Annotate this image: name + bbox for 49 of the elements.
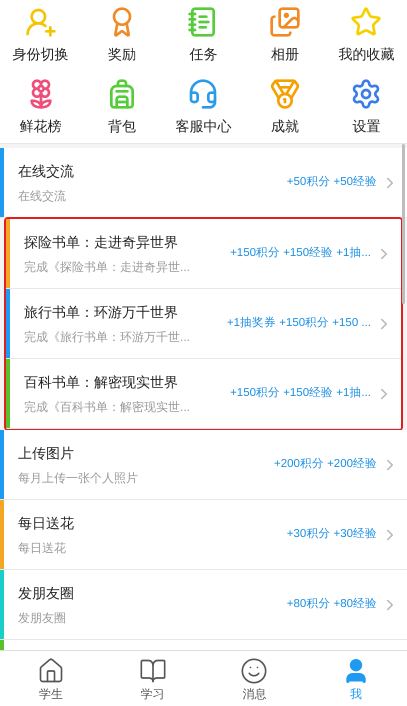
medal-icon xyxy=(268,78,301,110)
reward-text: +80积分 +80经验 xyxy=(286,596,377,612)
reward-text: +150积分 +150经验 +1抽... xyxy=(230,386,371,402)
task-row[interactable]: 在线交流 在线交流 +50积分 +50经验 xyxy=(0,148,407,218)
shortcut-button[interactable]: 鲜花榜 xyxy=(0,72,82,144)
task-subtitle: 发朋友圈 xyxy=(18,610,67,627)
user-plus-icon xyxy=(24,6,57,38)
house-icon xyxy=(36,656,65,685)
task-subtitle: 完成《旅行书单：环游万千世... xyxy=(24,328,192,346)
reward-text: +1抽奖券 +150积分 +150 ... xyxy=(226,316,371,332)
task-subtitle: 在线交流 xyxy=(18,188,67,205)
smiley-icon xyxy=(240,656,268,685)
task-row[interactable]: 探险书单：走进奇异世界 完成《探险书单：走进奇异世... +150积分 +150经验 +1抽... xyxy=(6,219,401,290)
star-icon xyxy=(350,6,382,38)
shortcut-button[interactable]: 任务 xyxy=(162,0,244,72)
task-title: 上传图片 xyxy=(18,444,75,463)
task-subtitle: 完成《探险书单：走进奇异世... xyxy=(24,258,192,276)
shortcut-button[interactable]: 奖励 xyxy=(81,0,163,72)
task-title: 探险书单：走进奇异世界 xyxy=(24,232,179,252)
shortcut-button[interactable]: 我的收藏 xyxy=(326,0,407,72)
task-title: 发朋友圈 xyxy=(18,584,75,603)
tab-button[interactable]: 学习 xyxy=(102,651,204,706)
shortcut-button[interactable]: 客服中心 xyxy=(162,72,244,144)
photos-icon xyxy=(268,6,301,38)
shortcut-button[interactable]: 相册 xyxy=(244,0,326,72)
book-icon xyxy=(138,656,167,685)
task-row[interactable]: 上传图片 每月上传一张个人照片 +200积分 +200经验 xyxy=(0,430,407,500)
task-title: 在线交流 xyxy=(18,162,75,181)
shortcut-button[interactable]: 成就 xyxy=(244,72,326,144)
task-row[interactable]: 百科书单：解密现实世界 完成《百科书单：解密现实世... +150积分 +150经验 +1抽... xyxy=(6,359,401,430)
reward-text: +150积分 +150经验 +1抽... xyxy=(230,246,371,262)
tab-button[interactable]: 消息 xyxy=(204,651,306,706)
reward-text: +30积分 +30经验 xyxy=(286,526,377,542)
task-title: 旅行书单：环游万千世界 xyxy=(24,302,179,322)
reward-text: +50积分 +50经验 xyxy=(286,174,377,190)
task-row[interactable]: 旅行书单：环游万千世界 完成《旅行书单：环游万千世... +1抽奖券 +150积分 +150 ... xyxy=(6,289,401,360)
task-subtitle: 每日送花 xyxy=(18,540,67,557)
tab-button[interactable]: 学生 xyxy=(0,651,102,706)
reward-text: +200积分 +200经验 xyxy=(274,456,377,472)
task-row[interactable]: 发朋友圈 发朋友圈 +80积分 +80经验 xyxy=(0,570,407,640)
task-title: 每日送花 xyxy=(18,514,75,533)
task-subtitle: 完成《百科书单：解密现实世... xyxy=(24,398,192,416)
shortcut-button[interactable]: 身份切换 xyxy=(0,0,82,72)
headset-icon xyxy=(187,78,220,110)
task-subtitle: 每月上传一张个人照片 xyxy=(18,470,139,487)
shortcut-button[interactable]: 设置 xyxy=(326,72,407,144)
shortcut-button[interactable]: 背包 xyxy=(81,72,163,144)
task-title: 百科书单：解密现实世界 xyxy=(24,372,179,392)
task-row[interactable]: 每日送花 每日送花 +30积分 +30经验 xyxy=(0,500,407,570)
